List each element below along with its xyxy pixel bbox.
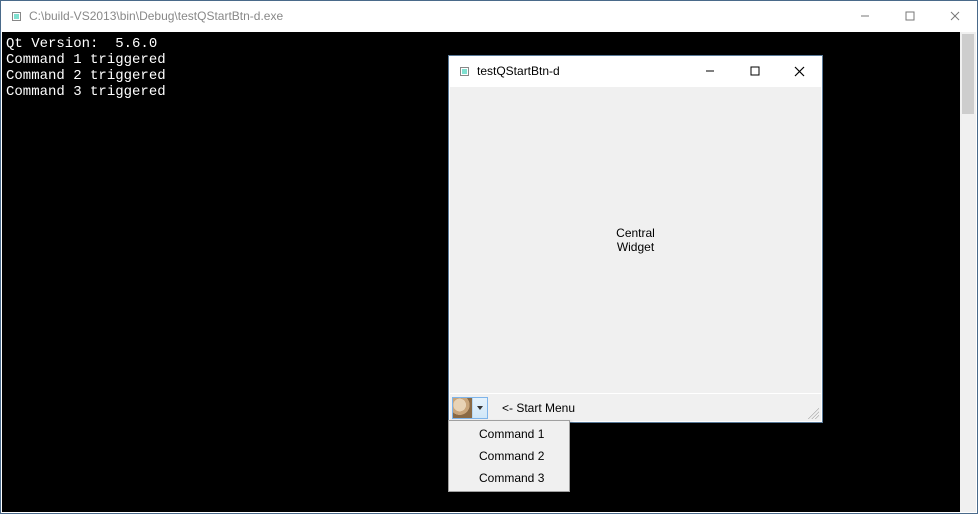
close-button[interactable] — [777, 56, 822, 86]
maximize-icon — [750, 66, 760, 76]
dropdown-arrow-icon — [473, 405, 487, 411]
menu-item-command-1[interactable]: Command 1 — [451, 423, 567, 445]
menu-item-command-2[interactable]: Command 2 — [451, 445, 567, 467]
close-button[interactable] — [932, 1, 977, 31]
minimize-button[interactable] — [687, 56, 732, 86]
qt-window: testQStartBtn-d Central Widget <- Start … — [448, 55, 823, 423]
central-label: Central Widget — [616, 226, 655, 254]
console-scroll-thumb[interactable] — [962, 34, 974, 114]
console-line: Command 3 triggered — [6, 84, 166, 100]
app-icon — [9, 9, 23, 23]
start-menu-popup: Command 1 Command 2 Command 3 — [448, 420, 570, 492]
minimize-icon — [860, 11, 870, 21]
start-menu-hint: <- Start Menu — [502, 401, 575, 415]
maximize-icon — [905, 11, 915, 21]
console-scrollbar[interactable] — [960, 32, 976, 512]
console-title: C:\build-VS2013\bin\Debug\testQStartBtn-… — [29, 9, 283, 23]
console-titlebar[interactable]: C:\build-VS2013\bin\Debug\testQStartBtn-… — [1, 1, 977, 31]
qt-central-widget: Central Widget — [450, 87, 821, 393]
qt-window-controls — [687, 56, 822, 86]
close-icon — [950, 11, 960, 21]
minimize-icon — [705, 66, 715, 76]
console-line: Qt Version: 5.6.0 — [6, 36, 157, 52]
app-icon — [457, 64, 471, 78]
close-icon — [794, 66, 805, 77]
qt-statusbar: <- Start Menu — [450, 394, 821, 421]
minimize-button[interactable] — [842, 1, 887, 31]
qt-title: testQStartBtn-d — [477, 64, 560, 78]
maximize-button[interactable] — [732, 56, 777, 86]
resize-grip[interactable] — [805, 405, 819, 419]
console-window-controls — [842, 1, 977, 31]
qt-titlebar[interactable]: testQStartBtn-d — [449, 56, 822, 86]
avatar-icon — [453, 398, 473, 418]
maximize-button[interactable] — [887, 1, 932, 31]
console-line: Command 2 triggered — [6, 68, 166, 84]
menu-item-command-3[interactable]: Command 3 — [451, 467, 567, 489]
console-line: Command 1 triggered — [6, 52, 166, 68]
start-menu-button[interactable] — [452, 397, 488, 419]
